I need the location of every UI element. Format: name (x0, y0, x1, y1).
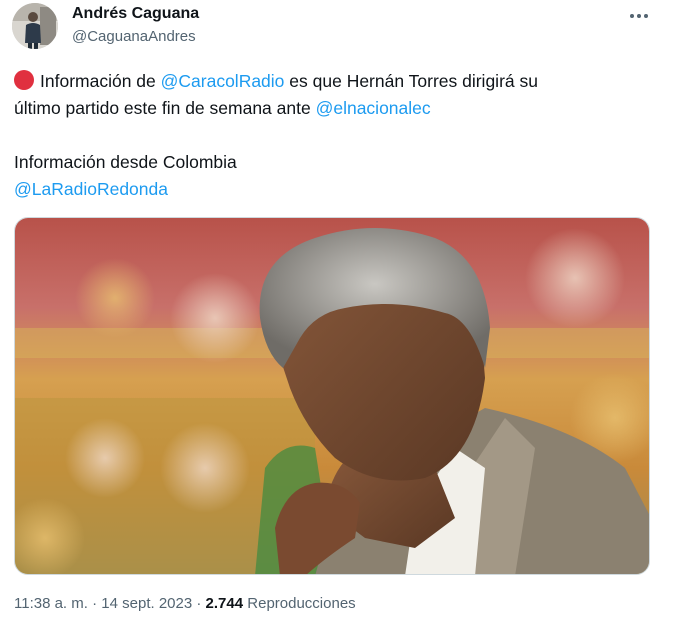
avatar-image (12, 3, 58, 49)
views-count: 2.744 (205, 595, 244, 612)
meta-separator: · (87, 595, 102, 612)
tweet-line-3: Información desde Colombia (14, 152, 237, 172)
tweet-meta: 11:38 a. m. · 14 sept. 2023 · 2.744 Repr… (14, 595, 356, 612)
photo-of-man-icon (15, 218, 649, 574)
tweet-date: 14 sept. 2023 (101, 595, 193, 612)
meta-separator: · (192, 595, 206, 612)
mention-elnacionalec[interactable]: @elnacionalec (316, 98, 431, 118)
tweet-line-4: @LaRadioRedonda (14, 176, 644, 203)
red-circle-icon (14, 70, 34, 90)
tweet-text-segment: último partido este fin de semana ante (14, 98, 316, 118)
tweet-line-2: último partido este fin de semana ante @… (14, 95, 644, 122)
views-label: Reproducciones (247, 595, 356, 612)
mention-laradioredonda[interactable]: @LaRadioRedonda (14, 179, 168, 199)
tweet-card: Andrés Caguana @CaguanaAndres Informació… (0, 0, 674, 629)
tweet-text-segment: Información de (40, 71, 161, 91)
tweet-photo[interactable] (14, 217, 650, 575)
tweet-time-link[interactable]: 11:38 a. m. · 14 sept. 2023 (14, 595, 192, 612)
tweet-text: Información de @CaracolRadio es que Hern… (14, 68, 644, 203)
author-handle[interactable]: @CaguanaAndres (72, 28, 196, 45)
more-options-button[interactable] (624, 4, 654, 28)
tweet-time: 11:38 a. m. (14, 595, 88, 612)
author-name[interactable]: Andrés Caguana (72, 5, 199, 23)
avatar[interactable] (12, 3, 58, 49)
tweet-text-segment: es que Hernán Torres dirigirá su (284, 71, 538, 91)
more-horizontal-icon (630, 14, 648, 18)
tweet-line-1: Información de @CaracolRadio es que Hern… (14, 68, 644, 95)
mention-caracolradio[interactable]: @CaracolRadio (161, 71, 285, 91)
